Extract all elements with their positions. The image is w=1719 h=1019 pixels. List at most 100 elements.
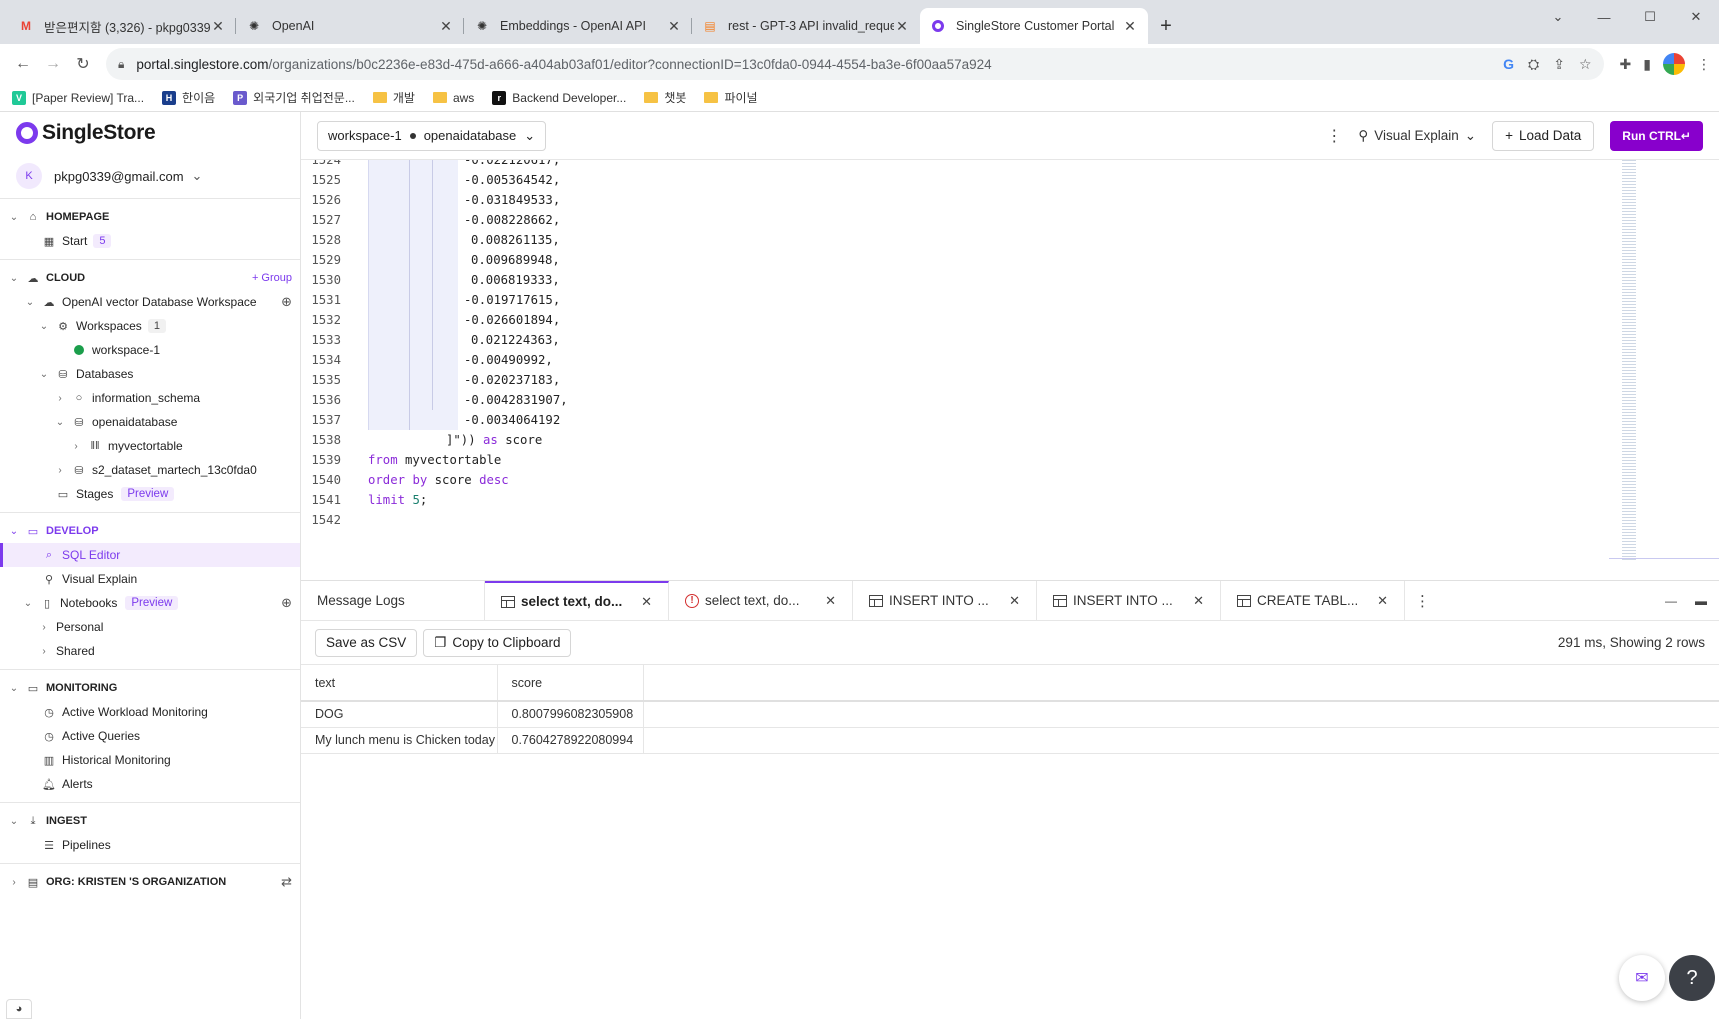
address-bar[interactable]: 🔒︎ portal.singlestore.com/organizations/… [106, 48, 1604, 80]
share-icon[interactable]: ⇪ [1553, 56, 1565, 73]
window-close-icon[interactable]: ✕ [1673, 4, 1719, 30]
minimize-panel-icon[interactable]: — [1665, 594, 1677, 608]
bookmark-item[interactable]: H 한이음 [162, 89, 215, 106]
result-tab[interactable]: ! select text, do... ✕ [669, 581, 853, 620]
new-tab-button[interactable]: + [1148, 8, 1184, 44]
translate-icon[interactable]: ⛭ [1528, 56, 1539, 73]
close-icon[interactable]: ✕ [1122, 18, 1138, 35]
bookmark-folder[interactable]: 개발 [372, 89, 415, 106]
tab-message-logs[interactable]: Message Logs [301, 581, 485, 620]
add-circle-icon[interactable]: ⊕ [281, 595, 292, 611]
cell-score[interactable]: 0.8007996082305908 [497, 701, 644, 728]
table-item[interactable]: › ‖‖ myvectortable [0, 434, 300, 458]
minimize-icon[interactable]: — [1581, 4, 1627, 30]
profile-avatar[interactable] [1663, 53, 1685, 75]
side-panel-icon[interactable]: ▮ [1643, 56, 1651, 73]
close-icon[interactable]: ✕ [438, 18, 454, 35]
extensions-icon[interactable]: ✚ [1620, 56, 1632, 73]
table-row[interactable]: DOG 0.8007996082305908 [301, 701, 1719, 728]
code-editor[interactable]: 1524 -0.022120617, 1525 -0.005364542, 1526 -0… [301, 160, 1719, 580]
bookmark-folder[interactable]: 파이널 [704, 89, 758, 106]
workspace-group[interactable]: ⌄ ☁ OpenAI vector Database Workspace ⊕ [0, 290, 300, 314]
bookmark-folder[interactable]: aws [432, 91, 474, 105]
sidebar-item-shared[interactable]: › Shared [0, 639, 300, 663]
more-options-icon[interactable]: ⋮ [1326, 126, 1342, 146]
run-button[interactable]: Run CTRL↵ [1610, 120, 1703, 151]
user-menu[interactable]: K pkpg0339@gmail.com ⌄ [0, 154, 300, 198]
close-icon[interactable]: ✕ [894, 18, 910, 35]
add-group-button[interactable]: + Group [252, 272, 292, 284]
close-icon[interactable]: ✕ [666, 18, 682, 35]
reload-icon[interactable]: ↻ [68, 49, 98, 79]
column-header-score[interactable]: score [497, 665, 644, 702]
sidebar-item-sql-editor[interactable]: ⌕ SQL Editor [0, 543, 300, 567]
google-icon[interactable]: G [1503, 56, 1514, 73]
close-icon[interactable]: ✕ [641, 594, 652, 610]
visual-explain-button[interactable]: ⚲ Visual Explain ⌄ [1358, 128, 1476, 144]
column-header-text[interactable]: text [301, 665, 498, 702]
bookmark-star-icon[interactable]: ☆ [1579, 56, 1592, 73]
brand-logo[interactable]: SingleStore [0, 112, 300, 154]
database-item[interactable]: › ○ information_schema [0, 386, 300, 410]
help-button[interactable]: ? [1669, 955, 1715, 1001]
sidebar-item-pipelines[interactable]: ☰ Pipelines [0, 833, 300, 857]
database-item[interactable]: ⌄ ⛁ openaidatabase [0, 410, 300, 434]
workspaces-node[interactable]: ⌄ ⚙ Workspaces 1 [0, 314, 300, 338]
org-switcher[interactable]: › ▤ ORG: KRISTEN 'S ORGANIZATION ⇄ [0, 870, 300, 894]
section-header-monitoring[interactable]: ⌄ ▭ MONITORING [0, 676, 300, 700]
result-tab[interactable]: CREATE TABL... ✕ [1221, 581, 1405, 620]
cell-text[interactable]: DOG [301, 701, 498, 728]
sidebar-item-visual-explain[interactable]: ⚲ Visual Explain [0, 567, 300, 591]
close-icon[interactable]: ✕ [1377, 593, 1388, 609]
browser-tab-stackoverflow[interactable]: ▤ rest - GPT-3 API invalid_request ✕ [692, 8, 920, 44]
cell-score[interactable]: 0.7604278922080994 [497, 727, 644, 754]
bookmark-folder[interactable]: 챗봇 [644, 89, 686, 106]
table-row[interactable]: My lunch menu is Chicken today 0.7604278… [301, 727, 1719, 754]
close-icon[interactable]: ✕ [1009, 593, 1020, 609]
section-header-ingest[interactable]: ⌄ ⤓ INGEST [0, 809, 300, 833]
add-circle-icon[interactable]: ⊕ [281, 294, 292, 310]
result-tab[interactable]: INSERT INTO ... ✕ [1037, 581, 1221, 620]
sidebar-item-personal[interactable]: › Personal [0, 615, 300, 639]
workspace-database-select[interactable]: workspace-1 openaidatabase ⌄ [317, 120, 547, 151]
forward-icon[interactable]: → [38, 49, 68, 79]
close-icon[interactable]: ✕ [1193, 593, 1204, 609]
database-item[interactable]: › ⛁ s2_dataset_martech_13c0fda0 [0, 458, 300, 482]
section-header-homepage[interactable]: ⌄ ⌂ HOMEPAGE [0, 205, 300, 229]
cookie-settings-icon[interactable]: ◕ [6, 999, 32, 1019]
chat-assistant-button[interactable]: ✉ [1619, 955, 1665, 1001]
save-as-csv-button[interactable]: Save as CSV [315, 628, 418, 657]
bookmark-item[interactable]: r Backend Developer... [492, 90, 626, 105]
back-icon[interactable]: ← [8, 49, 38, 79]
bookmark-item[interactable]: P 외국기업 취업전문... [233, 89, 355, 106]
more-tabs-icon[interactable]: ⋮ [1405, 581, 1440, 620]
sidebar-item-active-workload[interactable]: ◷ Active Workload Monitoring [0, 700, 300, 724]
browser-tab-openai[interactable]: ✺ OpenAI ✕ [236, 8, 464, 44]
browser-menu-icon[interactable]: ⋮ [1697, 56, 1711, 73]
tab-search-icon[interactable]: ⌄ [1535, 4, 1581, 30]
result-tab[interactable]: INSERT INTO ... ✕ [853, 581, 1037, 620]
sidebar-item-active-queries[interactable]: ◷ Active Queries [0, 724, 300, 748]
stages-node[interactable]: ▭ Stages Preview [0, 482, 300, 506]
section-header-cloud[interactable]: ⌄ ☁ CLOUD + Group [0, 266, 300, 290]
browser-tab-singlestore[interactable]: SingleStore Customer Portal ✕ [920, 8, 1148, 44]
databases-node[interactable]: ⌄ ⛁ Databases [0, 362, 300, 386]
close-icon[interactable]: ✕ [210, 18, 226, 35]
maximize-icon[interactable]: ☐ [1627, 4, 1673, 30]
maximize-panel-icon[interactable]: ▬ [1695, 594, 1707, 608]
browser-tab-gmail[interactable]: M 받은편지함 (3,326) - pkpg0339@ ✕ [8, 8, 236, 44]
sidebar-item-start[interactable]: ▦ Start 5 [0, 229, 300, 253]
workspace-item[interactable]: workspace-1 [0, 338, 300, 362]
result-tab[interactable]: select text, do... ✕ [485, 581, 669, 620]
sidebar-item-notebooks[interactable]: ⌄ ▯ Notebooks Preview ⊕ [0, 591, 300, 615]
swap-icon[interactable]: ⇄ [281, 874, 292, 890]
bookmark-item[interactable]: V [Paper Review] Tra... [12, 90, 144, 105]
load-data-button[interactable]: + Load Data [1492, 120, 1595, 151]
section-header-develop[interactable]: ⌄ ▭ DEVELOP [0, 519, 300, 543]
cell-text[interactable]: My lunch menu is Chicken today [301, 727, 498, 754]
sidebar-item-alerts[interactable]: 🔔︎ Alerts [0, 772, 300, 796]
sidebar-item-historical-monitoring[interactable]: ▥ Historical Monitoring [0, 748, 300, 772]
copy-to-clipboard-button[interactable]: ❐ Copy to Clipboard [423, 628, 572, 657]
minimap[interactable] [1622, 160, 1636, 560]
browser-tab-embeddings[interactable]: ✺ Embeddings - OpenAI API ✕ [464, 8, 692, 44]
